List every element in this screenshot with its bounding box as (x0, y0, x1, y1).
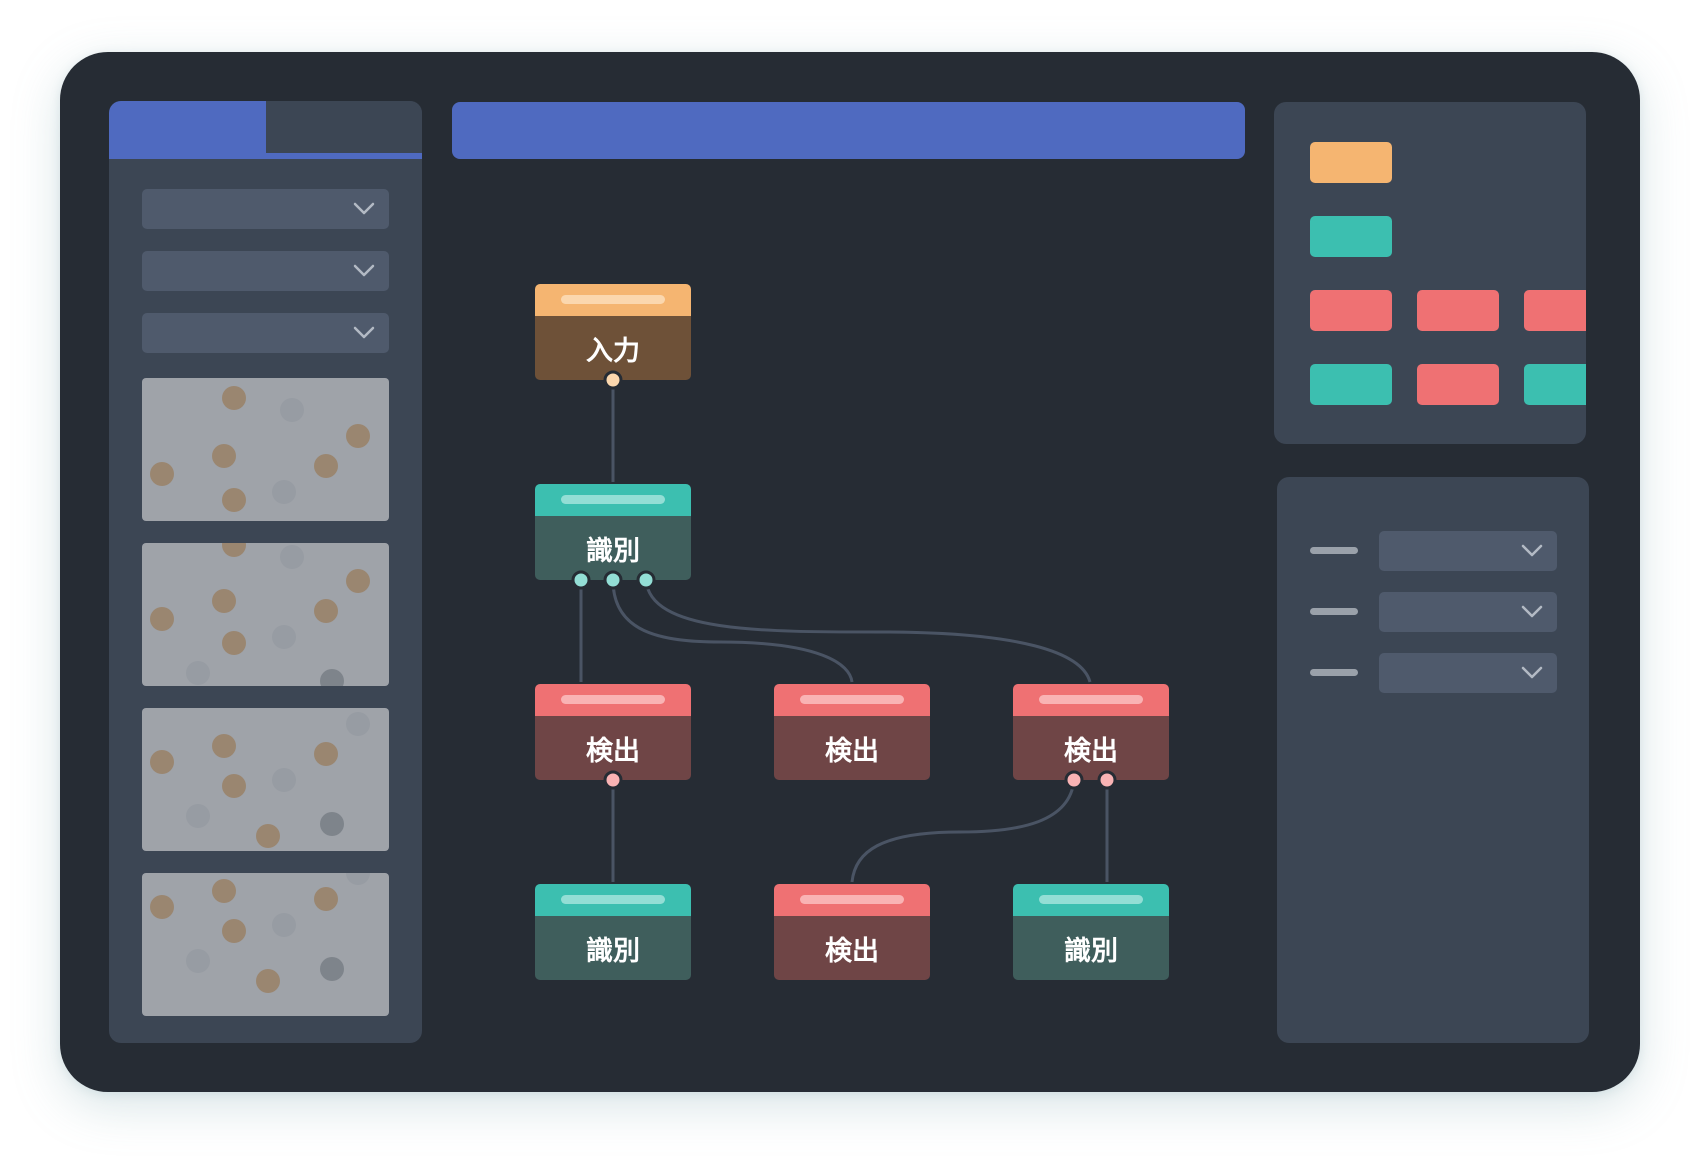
output-port[interactable] (603, 570, 623, 590)
output-port[interactable] (571, 570, 591, 590)
property-label (1310, 608, 1358, 615)
output-port[interactable] (1097, 770, 1117, 790)
property-dropdown-3[interactable] (1379, 653, 1557, 693)
chevron-down-icon (1521, 544, 1543, 557)
property-dropdown-2[interactable] (1379, 592, 1557, 632)
property-label (1310, 669, 1358, 676)
palette-chip-detect[interactable] (1310, 290, 1392, 331)
chevron-down-icon (1521, 605, 1543, 618)
palette-chip-detect[interactable] (1417, 290, 1499, 331)
palette-chip-detect[interactable] (1524, 290, 1586, 331)
node-palette (1274, 102, 1586, 444)
palette-chip-detect[interactable] (1417, 364, 1499, 405)
palette-chip-identify[interactable] (1524, 364, 1586, 405)
palette-chip-identify[interactable] (1310, 216, 1392, 257)
chevron-down-icon (1521, 666, 1543, 679)
output-port[interactable] (1064, 770, 1084, 790)
app-window: 入力 識別 検出 検出 検出 識別 検出 識別 (60, 52, 1640, 1092)
palette-chip-identify[interactable] (1310, 364, 1392, 405)
properties-panel (1277, 477, 1589, 1043)
output-port[interactable] (603, 770, 623, 790)
property-label (1310, 547, 1358, 554)
output-port[interactable] (636, 570, 656, 590)
palette-chip-input[interactable] (1310, 142, 1392, 183)
output-port[interactable] (603, 370, 623, 390)
property-dropdown-1[interactable] (1379, 531, 1557, 571)
